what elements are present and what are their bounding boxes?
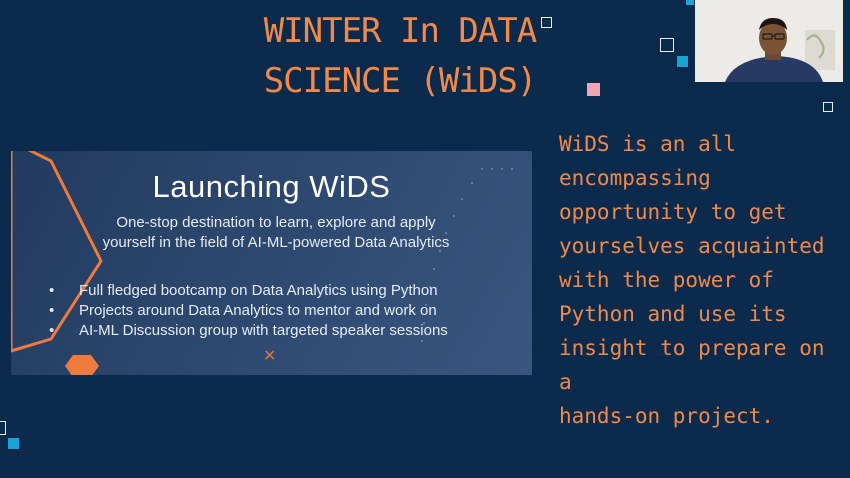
- slide-title: WINTER In DATA SCIENCE (WiDS): [240, 6, 560, 106]
- list-item: • Projects around Data Analytics to mento…: [49, 301, 529, 321]
- deco-square-outline: [660, 38, 674, 52]
- deco-square-pink: [587, 83, 600, 96]
- description-line: WiDS is an all: [559, 132, 737, 156]
- title-line-1: WINTER In DATA: [263, 11, 538, 51]
- description-line: opportunity to get: [559, 200, 787, 224]
- presenter-avatar-icon: [695, 0, 843, 82]
- deco-square-outline: [541, 17, 552, 28]
- hexagon-filled-icon: [65, 355, 99, 375]
- deco-square-teal: [677, 56, 688, 67]
- description-line: yourselves acquainted: [559, 234, 825, 258]
- bullet-icon: •: [49, 282, 55, 299]
- presentation-slide: WINTER In DATA SCIENCE (WiDS) Launching …: [0, 0, 850, 478]
- deco-square-teal: [8, 438, 19, 449]
- title-line-2: SCIENCE (WiDS): [263, 61, 538, 101]
- list-item: • Full fledged bootcamp on Data Analytics…: [49, 281, 529, 301]
- description-line: hands-on project.: [559, 404, 774, 428]
- list-item-text: AI-ML Discussion group with targeted spe…: [79, 322, 448, 339]
- deco-square-teal: [686, 0, 694, 5]
- banner-heading: Launching WiDS: [152, 169, 391, 204]
- banner-bullet-list: • Full fledged bootcamp on Data Analytics…: [49, 281, 529, 341]
- presenter-video-thumbnail[interactable]: [695, 0, 843, 82]
- list-item: • AI-ML Discussion group with targeted sp…: [49, 321, 529, 341]
- banner-subtitle-line-1: One-stop destination to learn, explore a…: [116, 214, 436, 231]
- list-item-text: Full fledged bootcamp on Data Analytics …: [79, 282, 438, 299]
- launching-wids-banner: Launching WiDS One-stop destination to l…: [11, 151, 532, 375]
- description-line: encompassing: [559, 166, 711, 190]
- deco-square-outline: [0, 421, 6, 435]
- bullet-icon: •: [49, 322, 55, 339]
- bullet-icon: •: [49, 302, 55, 319]
- description-line: Python and use its: [559, 302, 787, 326]
- close-icon: ×: [263, 345, 277, 364]
- list-item-text: Projects around Data Analytics to mentor…: [79, 302, 437, 319]
- description-line: with the power of: [559, 268, 774, 292]
- wids-description: WiDS is an all encompassing opportunity …: [559, 127, 844, 433]
- description-line: insight to prepare on a: [559, 336, 825, 394]
- deco-square-outline: [823, 102, 833, 112]
- banner-subtitle-line-2: yourself in the field of AI-ML-powered D…: [102, 234, 450, 251]
- banner-subtitle: One-stop destination to learn, explore a…: [51, 213, 501, 253]
